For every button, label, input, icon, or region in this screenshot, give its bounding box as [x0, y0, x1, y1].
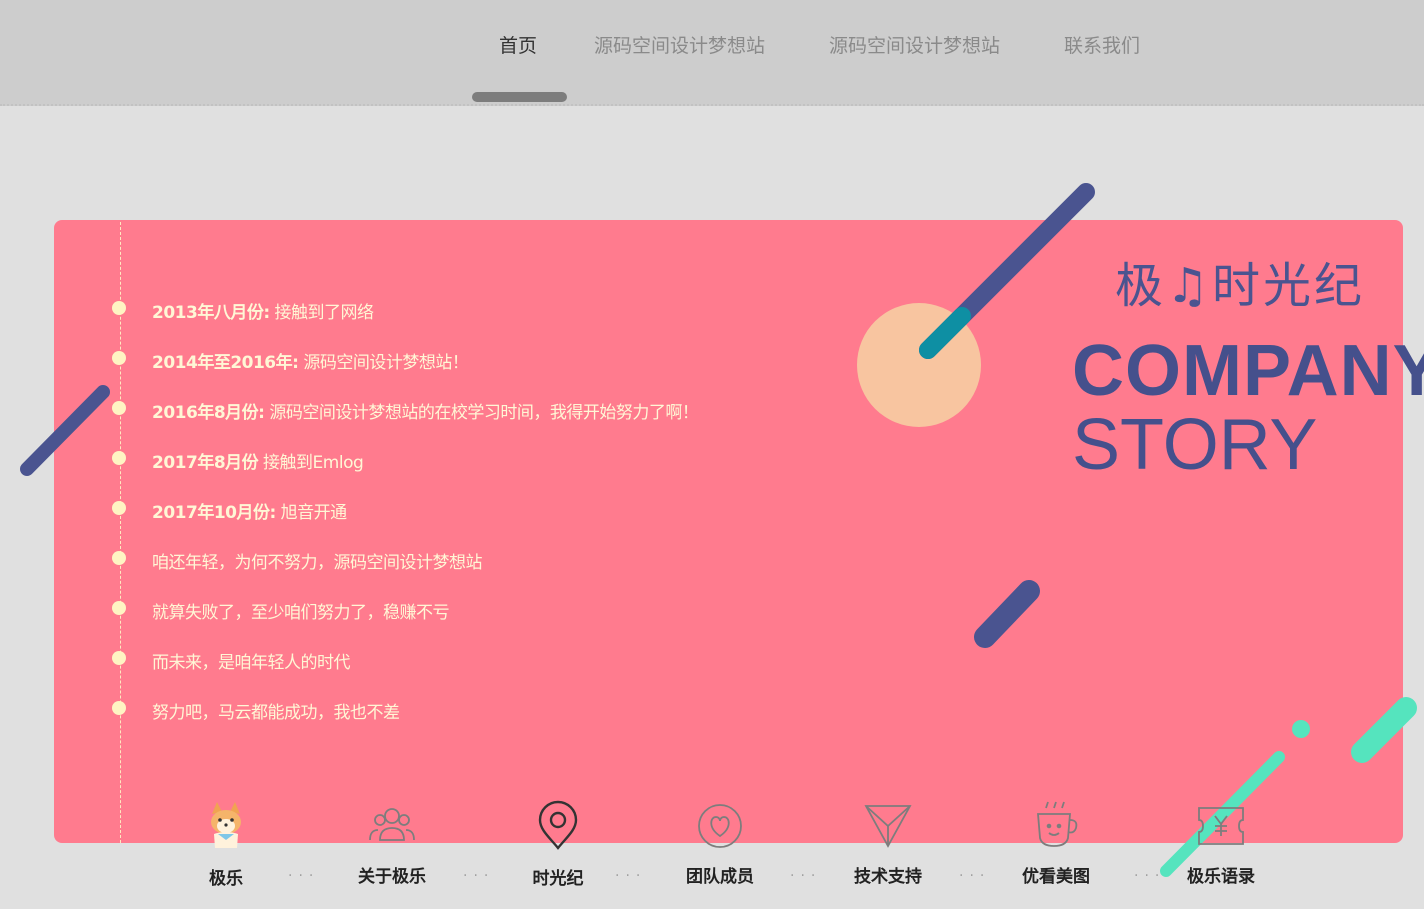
- bottom-nav-about[interactable]: 关于极乐: [342, 800, 442, 887]
- bottom-nav-label: 极乐: [209, 869, 243, 889]
- bottom-nav-jile[interactable]: 极乐: [176, 800, 276, 889]
- ticket-yen-icon: [1198, 807, 1244, 845]
- bottom-nav-gallery[interactable]: 优看美图: [1006, 800, 1106, 887]
- deco-stick-mid: [974, 580, 1040, 648]
- heart-circle-icon: [698, 804, 742, 848]
- brand-company: COMPANY: [1072, 331, 1424, 411]
- deco-stick-mint-short: [1351, 697, 1417, 763]
- bottom-nav-label: 技术支持: [854, 867, 922, 887]
- bottom-nav-label: 关于极乐: [358, 867, 426, 887]
- separator-dots: ···: [615, 868, 647, 884]
- separator-dots: ···: [463, 868, 495, 884]
- bottom-nav-tech[interactable]: 技术支持: [838, 800, 938, 887]
- deco-mint-dot: [1292, 720, 1310, 738]
- bottom-nav-label: 优看美图: [1022, 867, 1090, 887]
- bottom-nav-label: 团队成员: [686, 867, 754, 887]
- deco-stick-left: [20, 385, 110, 476]
- bottom-nav-team[interactable]: 团队成员: [670, 800, 770, 887]
- separator-dots: ···: [790, 868, 822, 884]
- separator-dots: ···: [959, 868, 991, 884]
- bottom-nav-quotes[interactable]: 极乐语录: [1171, 800, 1271, 887]
- bottom-nav-label: 时光纪: [532, 869, 584, 889]
- coffee-cup-icon: [1037, 801, 1078, 847]
- shiba-dog-icon: [211, 802, 241, 848]
- separator-dots: ···: [288, 868, 320, 884]
- bottom-nav-label: 极乐语录: [1187, 867, 1255, 887]
- bottom-nav-time[interactable]: 时光纪: [508, 800, 608, 889]
- people-icon: [369, 808, 415, 841]
- separator-dots: ···: [1134, 868, 1166, 884]
- location-pin-icon: [538, 800, 578, 850]
- brand-title-cn: 极♫时光纪: [1115, 258, 1366, 314]
- brand-story: STORY: [1072, 405, 1318, 485]
- triangle-send-icon: [864, 805, 912, 848]
